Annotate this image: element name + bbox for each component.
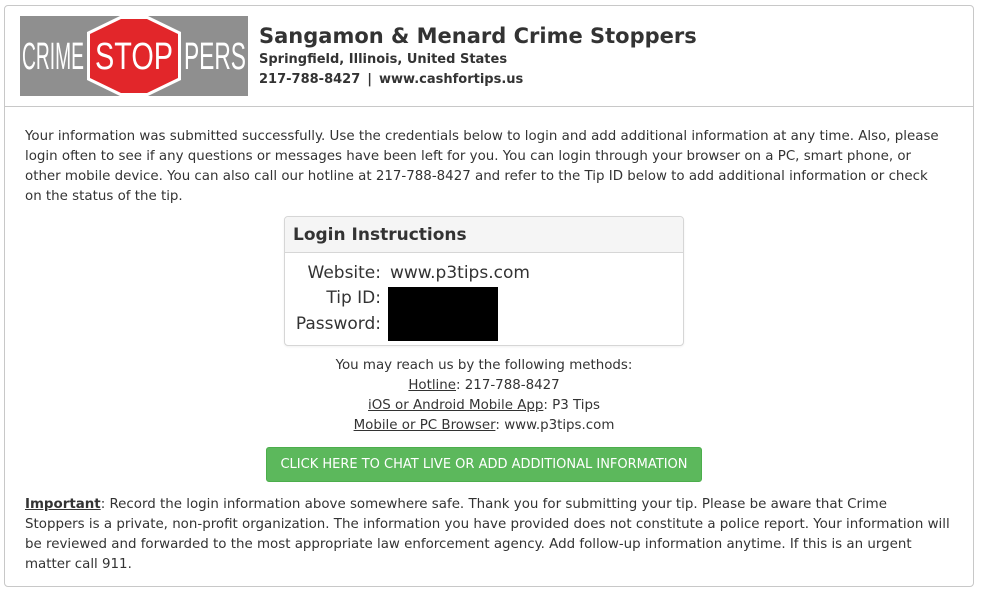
method-browser: Mobile or PC Browser: www.p3tips.com — [284, 416, 684, 436]
tip-id-label-cell: Tip ID: — [285, 286, 381, 311]
important-label: Important — [25, 497, 101, 512]
organization-info: Sangamon & Menard Crime Stoppers Springf… — [259, 22, 697, 90]
organization-website: www.cashfortips.us — [379, 72, 524, 87]
browser-value: : www.p3tips.com — [495, 418, 615, 433]
tip-id-label: Tip ID: — [326, 288, 381, 308]
methods-heading: You may reach us by the following method… — [335, 358, 633, 373]
important-text: : Record the login information above som… — [25, 497, 950, 572]
important-notice: Important: Record the login information … — [25, 495, 950, 575]
password-redacted — [388, 313, 498, 341]
logo-text-pers: PERS — [184, 36, 246, 78]
method-hotline: Hotline: 217-788-8427 — [284, 376, 684, 396]
mobile-app-value: : P3 Tips — [543, 398, 600, 413]
organization-name: Sangamon & Menard Crime Stoppers — [259, 24, 697, 48]
organization-phone: 217-788-8427 — [259, 72, 361, 87]
logo-text-crime: CRIME — [22, 36, 84, 78]
website-label-cell: Website: — [285, 261, 382, 286]
contact-methods: You may reach us by the following method… — [284, 356, 684, 436]
organization-contact: 217-788-8427 | www.cashfortips.us — [259, 70, 697, 90]
password-label-cell: Password: — [285, 312, 381, 337]
website-label: Website: — [307, 263, 382, 283]
tip-id-redacted — [388, 287, 498, 313]
hotline-value: : 217-788-8427 — [456, 378, 560, 393]
password-label: Password: — [295, 314, 381, 334]
hotline-link[interactable]: Hotline — [408, 378, 456, 393]
logo-text-stop: STOP — [95, 36, 173, 78]
panel-title: Login Instructions — [293, 225, 467, 245]
stop-sign-logo-icon: CRIME STOP PERS — [20, 16, 248, 96]
method-app: iOS or Android Mobile App: P3 Tips — [284, 396, 684, 416]
mobile-app-link[interactable]: iOS or Android Mobile App — [368, 398, 543, 413]
organization-location: Springfield, Illinois, United States — [259, 52, 508, 67]
browser-link[interactable]: Mobile or PC Browser — [354, 418, 496, 433]
panel-header: Login Instructions — [285, 217, 683, 253]
login-instructions-panel: Login Instructions Website: www.p3tips.c… — [284, 216, 684, 346]
contact-separator: | — [367, 72, 372, 87]
submission-message: Your information was submitted successfu… — [25, 129, 939, 204]
website-value: www.p3tips.com — [390, 263, 530, 283]
header: CRIME STOP PERS Sangamon & Menard Crime … — [5, 6, 973, 107]
chat-live-button[interactable]: CLICK HERE TO CHAT LIVE OR ADD ADDITIONA… — [266, 447, 702, 482]
crime-stoppers-logo: CRIME STOP PERS — [20, 16, 248, 96]
